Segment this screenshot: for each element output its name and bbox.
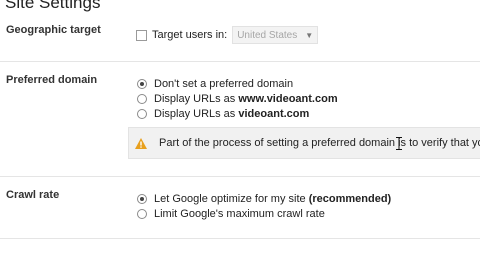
section-divider xyxy=(0,61,480,62)
preferred-domain-option-none[interactable]: Don't set a preferred domain xyxy=(137,77,293,91)
preferred-domain-option-non-www[interactable]: Display URLs as videoant.com xyxy=(137,107,309,121)
crawl-rate-option-optimize[interactable]: Let Google optimize for my site (recomme… xyxy=(137,192,391,206)
option-label: Display URLs as xyxy=(154,93,236,105)
info-message-box: Part of the process of setting a preferr… xyxy=(128,127,480,159)
target-users-label: Target users in: xyxy=(152,29,228,41)
crawl-rate-label: Crawl rate xyxy=(6,189,60,201)
option-domain: www.videoant.com xyxy=(238,93,338,105)
preferred-domain-option-www[interactable]: Display URLs as www.videoant.com xyxy=(137,92,338,106)
chevron-down-icon: ▼ xyxy=(305,30,314,40)
country-select[interactable]: United States ▼ xyxy=(232,26,319,44)
crawl-rate-option-limit[interactable]: Limit Google's maximum crawl rate xyxy=(137,207,325,221)
preferred-domain-label: Preferred domain xyxy=(6,74,98,86)
option-label: Display URLs as xyxy=(154,108,236,120)
page-title: Site Settings xyxy=(5,0,101,12)
radio-button[interactable] xyxy=(137,194,147,204)
warning-icon xyxy=(135,137,147,149)
section-divider xyxy=(0,238,480,239)
geographic-target-row: Target users in: United States ▼ xyxy=(136,26,319,44)
geographic-target-label: Geographic target xyxy=(6,24,101,36)
country-select-value: United States xyxy=(237,29,298,41)
radio-button[interactable] xyxy=(137,209,147,219)
option-recommended: (recommended) xyxy=(308,193,392,205)
target-users-checkbox[interactable] xyxy=(136,29,147,41)
option-label: Don't set a preferred domain xyxy=(154,78,294,90)
radio-button[interactable] xyxy=(137,109,147,119)
section-divider xyxy=(0,176,480,177)
option-domain: videoant.com xyxy=(238,108,310,120)
radio-button[interactable] xyxy=(137,79,147,89)
text-cursor-icon xyxy=(396,137,402,150)
option-label: Limit Google's maximum crawl rate xyxy=(154,208,325,220)
info-message-text: Part of the process of setting a preferr… xyxy=(159,137,480,149)
radio-button[interactable] xyxy=(137,94,147,104)
option-label: Let Google optimize for my site xyxy=(154,193,306,205)
